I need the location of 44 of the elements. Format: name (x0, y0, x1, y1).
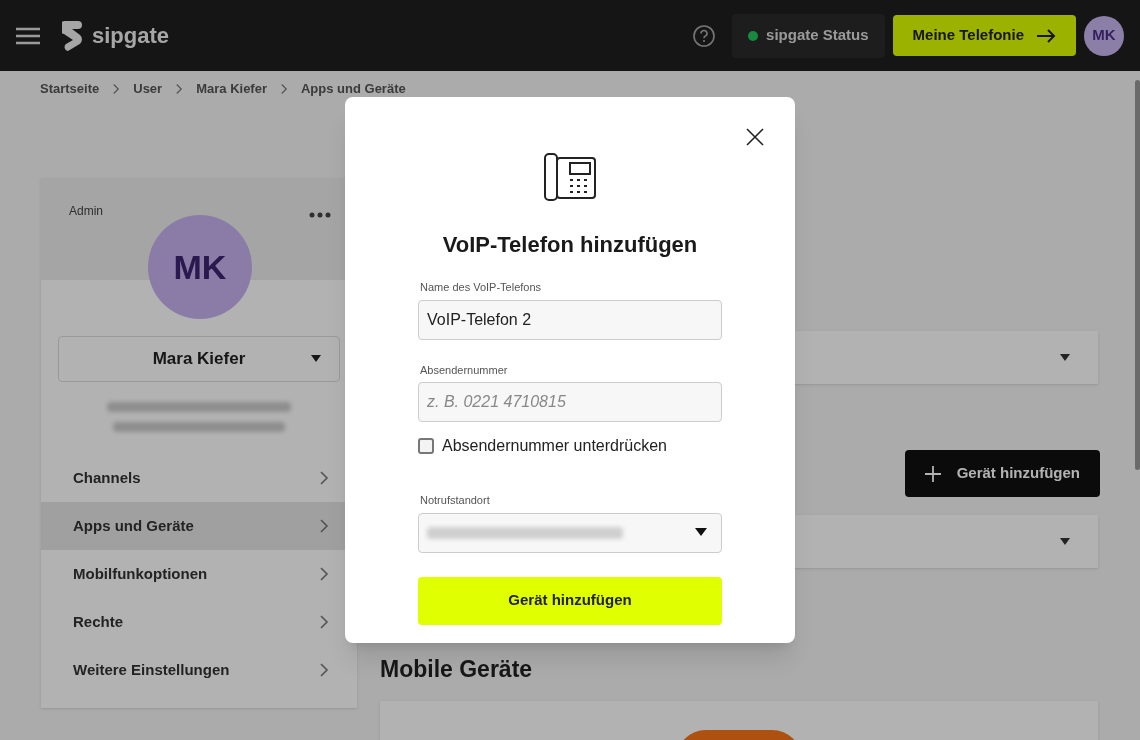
chevron-icon (319, 566, 329, 582)
help-icon[interactable] (692, 23, 717, 48)
status-button[interactable]: sipgate Status (732, 13, 885, 58)
section-title: Mobile Geräte (380, 655, 534, 684)
caret-icon (695, 528, 707, 537)
logo-icon (62, 18, 84, 53)
profile-avatar: MK (148, 215, 252, 319)
chevron-icon (319, 662, 329, 678)
chevron-icon (319, 470, 329, 486)
chevron-icon (319, 614, 329, 630)
checkbox-label: Absendernummer unterdrücken (442, 436, 667, 456)
meine-telefonie-button[interactable]: Meine Telefonie (892, 15, 1076, 56)
more-icon[interactable] (309, 212, 331, 218)
field-label: Name des VoIP-Telefons (420, 280, 543, 295)
menu-icon[interactable] (16, 25, 42, 46)
field-label: Notrufstandort (420, 493, 491, 508)
text-field[interactable]: z. B. 0221 4710815 (418, 382, 722, 422)
user-avatar[interactable]: MK (1084, 15, 1124, 56)
caret-icon (311, 355, 321, 363)
sidebar-item[interactable]: Channels (41, 454, 357, 502)
text-field[interactable]: VoIP-Telefon 2 (418, 299, 722, 340)
sidebar-item[interactable]: Rechte (41, 598, 357, 646)
select-field[interactable] (418, 512, 722, 553)
chevron-icon (319, 518, 329, 534)
breadcrumb-link[interactable]: Startseite (40, 79, 100, 99)
user-dropdown[interactable]: Mara Kiefer (58, 336, 340, 382)
field-label: Absendernummer (420, 362, 509, 378)
checkbox[interactable] (418, 438, 434, 454)
breadcrumb-link[interactable]: Mara Kiefer (196, 79, 267, 99)
caret-icon (1060, 353, 1070, 362)
sidebar-item[interactable]: Weitere Einstellungen (41, 646, 357, 694)
add-device-submit-button[interactable]: Gerät hinzufügen (418, 576, 722, 625)
desk-phone-icon (543, 151, 597, 203)
caret-icon (1060, 537, 1070, 546)
dialog-title: VoIP-Telefon hinzufügen (442, 231, 698, 259)
role-label: Admin (69, 203, 103, 220)
sidebar-item[interactable]: Mobilfunkoptionen (41, 550, 357, 598)
plus-icon (924, 465, 941, 482)
close-icon[interactable] (745, 127, 765, 147)
arrow-icon (1036, 28, 1056, 43)
breadcrumb-link[interactable]: User (133, 79, 163, 99)
breadcrumb-link[interactable]: Apps und Geräte (301, 79, 406, 99)
add-device-button[interactable]: Gerät hinzufügen (904, 450, 1100, 497)
logo-text: sipgate (92, 22, 170, 50)
